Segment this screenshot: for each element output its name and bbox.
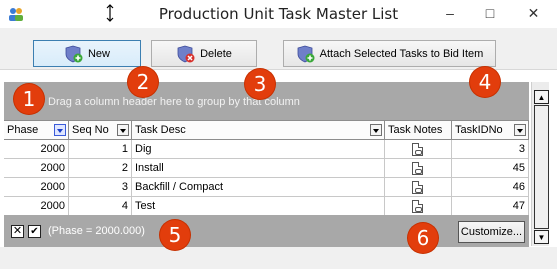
note-icon[interactable] [412, 143, 423, 156]
filter-enabled-checkbox[interactable]: ✔ [28, 225, 41, 238]
cell-seq-no[interactable]: 3 [69, 178, 132, 196]
filter-dropdown-icon[interactable] [54, 124, 66, 136]
cell-task-id-no[interactable]: 46 [452, 178, 529, 196]
customize-filter-button[interactable]: Customize... [458, 221, 525, 243]
window-bottom-edge [0, 247, 557, 269]
filter-bar: ✕ ✔ (Phase = 2000.000) Customize... [4, 215, 529, 247]
cell-phase[interactable]: 2000 [4, 159, 69, 177]
cell-phase[interactable]: 2000 [4, 140, 69, 158]
scroll-track[interactable] [534, 105, 549, 229]
shield-add-icon [65, 45, 83, 62]
vertical-scrollbar[interactable]: ▲ ▼ [531, 82, 549, 246]
attach-tasks-button[interactable]: Attach Selected Tasks to Bid Item [283, 40, 496, 67]
note-icon[interactable] [412, 181, 423, 194]
cell-seq-no[interactable]: 2 [69, 159, 132, 177]
cell-task-notes[interactable] [385, 178, 452, 196]
cell-task-notes[interactable] [385, 140, 452, 158]
column-header-task-notes[interactable]: Task Notes [385, 121, 452, 140]
column-header-seq-no[interactable]: Seq No [69, 121, 132, 140]
new-button[interactable]: New [33, 40, 141, 67]
scroll-down-button[interactable]: ▼ [534, 230, 549, 244]
shield-remove-icon [177, 45, 195, 62]
filter-expression[interactable]: (Phase = 2000.000) [48, 225, 145, 237]
clear-filter-button[interactable]: ✕ [11, 225, 24, 238]
cell-task-desc[interactable]: Test [132, 197, 385, 215]
scroll-up-button[interactable]: ▲ [534, 90, 549, 104]
cell-seq-no[interactable]: 1 [69, 140, 132, 158]
toolbar: New Delete Attach Selected Tasks to Bid … [0, 28, 557, 70]
column-header-task-id-no[interactable]: TaskIDNo [452, 121, 529, 140]
cell-task-id-no[interactable]: 45 [452, 159, 529, 177]
callout-4: 4 [470, 67, 500, 97]
filter-dropdown-icon[interactable] [117, 124, 129, 136]
callout-2: 2 [128, 67, 158, 97]
cell-task-notes[interactable] [385, 197, 452, 215]
table-row[interactable]: 2000 4 Test 47 [4, 197, 529, 216]
filter-dropdown-icon[interactable] [514, 124, 526, 136]
new-button-label: New [87, 47, 110, 60]
column-header-label: TaskIDNo [455, 124, 503, 136]
attach-tasks-button-label: Attach Selected Tasks to Bid Item [319, 47, 484, 60]
filter-dropdown-icon[interactable] [370, 124, 382, 136]
grid-header-row: Phase Seq No Task Desc Task Notes TaskID… [4, 120, 529, 140]
cell-task-desc[interactable]: Dig [132, 140, 385, 158]
column-header-label: Task Desc [135, 124, 186, 136]
table-row[interactable]: 2000 3 Backfill / Compact 46 [4, 178, 529, 197]
column-header-label: Task Notes [388, 124, 443, 136]
callout-3: 3 [245, 69, 275, 99]
cell-task-desc[interactable]: Backfill / Compact [132, 178, 385, 196]
delete-button[interactable]: Delete [151, 40, 257, 67]
column-header-label: Seq No [72, 124, 109, 136]
title-bar: Production Unit Task Master List – □ ✕ [0, 0, 557, 28]
note-icon[interactable] [412, 162, 423, 175]
column-header-label: Phase [7, 124, 39, 136]
callout-5: 5 [160, 220, 190, 250]
cell-task-notes[interactable] [385, 159, 452, 177]
table-row[interactable]: 2000 1 Dig 3 [4, 140, 529, 159]
column-header-task-desc[interactable]: Task Desc [132, 121, 385, 140]
callout-1: 1 [14, 84, 44, 114]
cell-task-id-no[interactable]: 47 [452, 197, 529, 215]
column-header-phase[interactable]: Phase [4, 121, 69, 140]
delete-button-label: Delete [200, 47, 232, 60]
maximize-button[interactable]: □ [470, 0, 510, 26]
cell-task-desc[interactable]: Install [132, 159, 385, 177]
close-button[interactable]: ✕ [510, 0, 557, 26]
cell-phase[interactable]: 2000 [4, 178, 69, 196]
cell-seq-no[interactable]: 4 [69, 197, 132, 215]
cell-phase[interactable]: 2000 [4, 197, 69, 215]
minimize-button[interactable]: – [430, 0, 470, 26]
cell-task-id-no[interactable]: 3 [452, 140, 529, 158]
callout-6: 6 [408, 223, 438, 253]
note-icon[interactable] [412, 200, 423, 213]
shield-add-icon [297, 45, 315, 62]
table-row[interactable]: 2000 2 Install 45 [4, 159, 529, 178]
